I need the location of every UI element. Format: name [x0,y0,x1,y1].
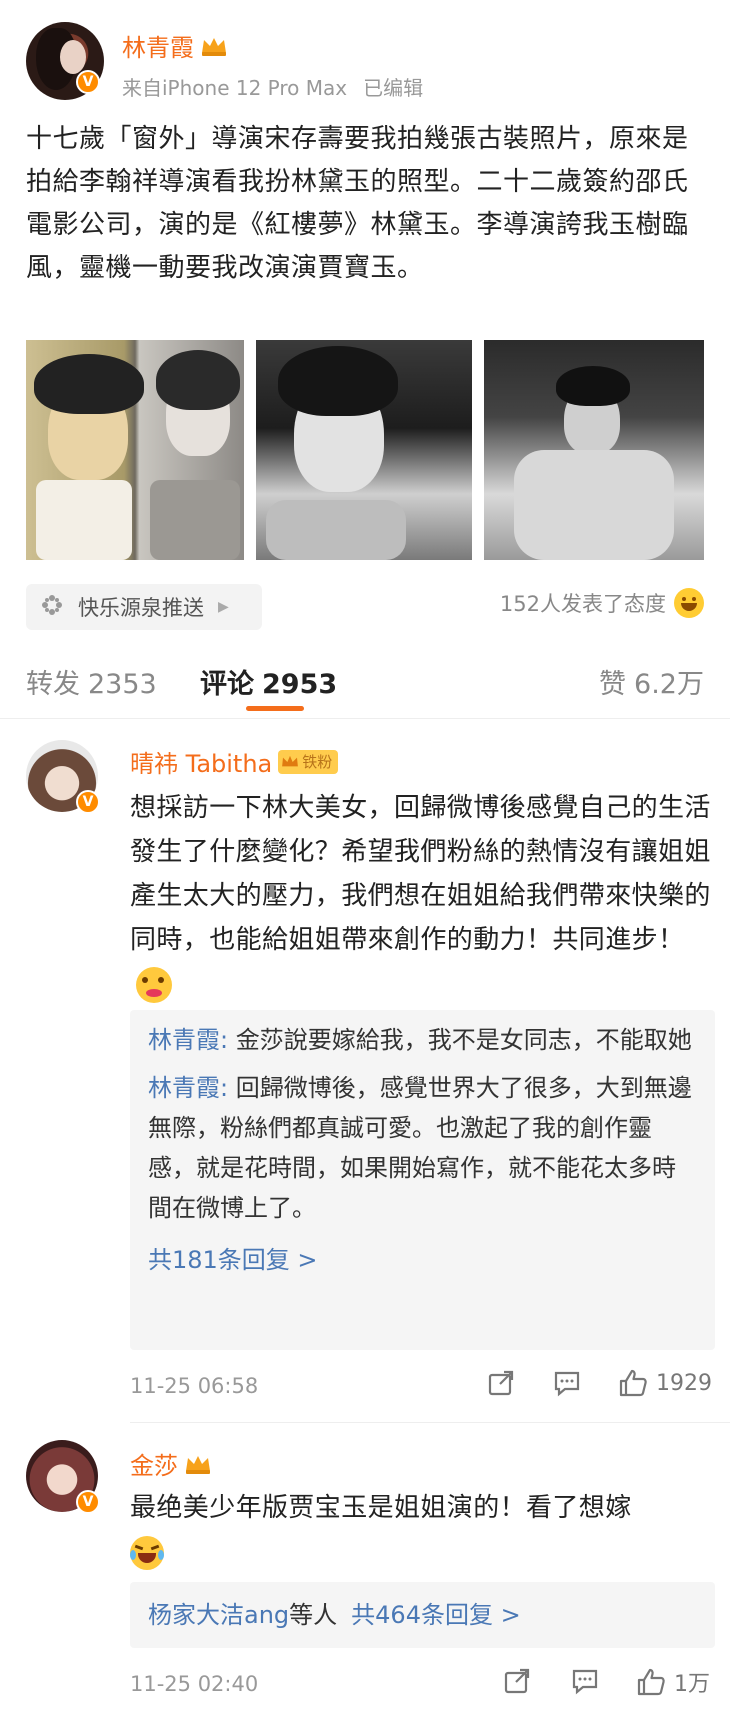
comment-text: 想採訪一下林大美女，回歸微博後感覺自己的生活發生了什麼變化？希望我們粉絲的熱情沒… [130,786,715,1006]
comment-time: 11-25 02:40 [130,1672,259,1696]
crown-icon [184,1453,212,1475]
fan-badge-label: 铁粉 [302,753,333,771]
reply-author[interactable]: 林青霞: [148,1074,228,1102]
active-tab-indicator [246,706,304,711]
tab-comments-label: 评论 [200,669,254,700]
reply-text: 金莎說要嫁給我，我不是女同志，不能取她 [228,1026,692,1054]
comment-text: 最绝美少年版贾宝玉是姐姐演的！看了想嫁 [130,1486,715,1574]
tab-repost-count: 2353 [88,669,157,700]
comment-divider [130,1422,730,1423]
comment-text-body: 最绝美少年版贾宝玉是姐姐演的！看了想嫁 [130,1493,632,1523]
like-count: 1929 [656,1370,712,1396]
like-button[interactable]: 1万 [636,1666,710,1698]
source-tag-button[interactable]: 快乐源泉推送 ▶ [26,584,262,630]
verified-badge-icon: V [76,1490,100,1514]
reply-item: 林青霞: 回歸微博後，感覺世界大了很多，大到無邊無際，粉絲們都真誠可愛。也激起了… [148,1068,697,1228]
chevron-right-icon: ▶ [218,599,229,615]
crown-icon [282,755,299,766]
post-photo-2[interactable] [256,340,472,560]
tabs-divider [0,718,730,719]
reactions-summary[interactable]: 152人发表了态度 [500,588,704,618]
tab-comments[interactable]: 评论 2953 [200,662,337,701]
post-photo-1[interactable] [26,340,244,560]
kiss-emoji-icon [136,966,172,1003]
share-button[interactable] [486,1368,516,1398]
reply-text: 回歸微博後，感覺世界大了很多，大到無邊無際，粉絲們都真誠可愛。也激起了我的創作靈… [148,1074,692,1222]
fan-badge: 铁粉 [278,749,339,774]
tab-repost-label: 转发 [26,669,80,700]
tab-comments-count: 2953 [262,669,338,700]
reply-button[interactable] [552,1368,582,1398]
source-tag-label: 快乐源泉推送 [78,596,204,620]
comment-icon [572,1669,598,1695]
post-photo-3[interactable] [484,340,704,560]
post-text: 十七歲「窗外」導演宋存壽要我拍幾張古裝照片，原來是拍給李翰祥導演看我扮林黛玉的照… [26,124,689,283]
post-source: 来自iPhone 12 Pro Max [122,76,348,100]
comment-time: 11-25 06:58 [130,1374,259,1398]
reply-author[interactable]: 杨家大洁ang [148,1595,289,1635]
reply-item: 林青霞: 金莎說要嫁給我，我不是女同志，不能取她 [148,1020,697,1060]
comment-icon [554,1371,580,1397]
post-edited: 已编辑 [363,76,424,100]
more-replies-link[interactable]: 共181条回复 > [148,1240,697,1280]
crown-icon [200,35,228,57]
reactions-text: 152人发表了态度 [499,592,666,616]
smile-emoji-icon [674,588,704,618]
reply-thread[interactable]: 杨家大洁ang 等人 共464条回复 > [130,1582,715,1648]
reply-author[interactable]: 林青霞: [148,1026,228,1054]
verified-badge-icon: V [76,70,100,94]
share-icon [488,1370,514,1396]
commenter-name[interactable]: 金莎 [130,1446,178,1481]
commenter-name[interactable]: 晴祎 Tabitha [130,744,272,779]
comment-text-body: 想採訪一下林大美女，回歸微博後感覺自己的生活發生了什麼變化？希望我們粉絲的熱情沒… [130,793,711,955]
reply-thread[interactable]: 林青霞: 金莎說要嫁給我，我不是女同志，不能取她 林青霞: 回歸微博後，感覺世界… [130,1010,715,1350]
tab-repost[interactable]: 转发 2353 [26,662,157,701]
tab-likes-label: 赞 [599,669,627,700]
like-button[interactable]: 1929 [618,1368,712,1398]
reply-button[interactable] [570,1666,600,1696]
sparkle-icon [40,593,64,622]
thumbs-up-icon [637,1668,665,1696]
laughing-emoji-icon [130,1535,164,1570]
tab-likes-count: 6.2万 [634,669,704,700]
thumbs-up-icon [619,1369,647,1397]
author-name[interactable]: 林青霞 [122,28,194,63]
replies-mid-text: 等人 [289,1601,338,1629]
verified-badge-icon: V [76,790,100,814]
more-replies-link[interactable]: 共464条回复 > [351,1595,521,1635]
post-tabs: 转发 2353 评论 2953 赞 6.2万 [0,650,730,720]
share-button[interactable] [502,1666,532,1696]
tab-likes[interactable]: 赞 6.2万 [599,662,704,701]
share-icon [504,1668,530,1694]
like-count: 1万 [674,1672,710,1697]
